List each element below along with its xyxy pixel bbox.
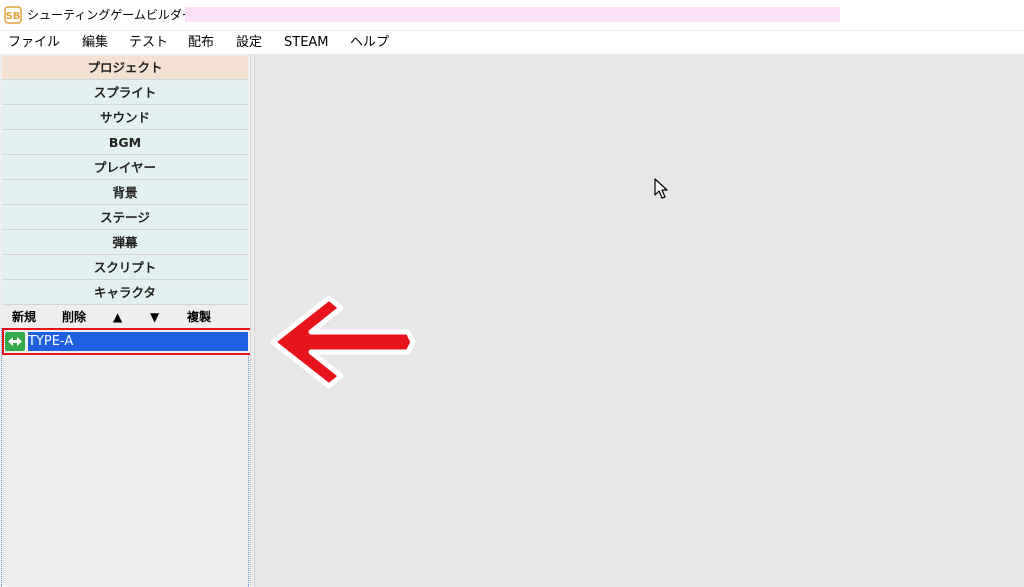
player-list[interactable] xyxy=(1,328,249,587)
delete-button[interactable]: 削除 xyxy=(62,309,86,325)
nav-player[interactable]: プレイヤー xyxy=(2,156,248,180)
mouse-cursor-icon xyxy=(654,178,668,199)
list-item-label: TYPE-A xyxy=(28,334,74,349)
new-button[interactable]: 新規 xyxy=(12,309,36,325)
nav-character[interactable]: キャラクタ xyxy=(2,281,248,305)
app-logo-icon: SB xyxy=(4,6,22,24)
nav-bgm[interactable]: BGM xyxy=(2,131,248,155)
nav-sound[interactable]: サウンド xyxy=(2,106,248,130)
menu-distribute[interactable]: 配布 xyxy=(188,35,214,51)
menu-steam[interactable]: STEAM xyxy=(284,35,329,51)
window-title: シューティングゲームビルダー xyxy=(27,8,194,22)
menu-settings[interactable]: 設定 xyxy=(236,35,262,51)
nav-sprite[interactable]: スプライト xyxy=(2,81,248,105)
duplicate-button[interactable]: 複製 xyxy=(187,309,211,325)
red-left-arrow-icon xyxy=(270,295,416,389)
menu-edit[interactable]: 編集 xyxy=(82,35,108,51)
nav-barrage[interactable]: 弾幕 xyxy=(2,231,248,255)
menu-help[interactable]: ヘルプ xyxy=(350,35,389,51)
menu-test[interactable]: テスト xyxy=(129,35,168,51)
menu-bar: ファイル 編集 テスト 配布 設定 STEAM ヘルプ xyxy=(0,30,1024,55)
nav-background[interactable]: 背景 xyxy=(2,181,248,205)
svg-text:SB: SB xyxy=(6,11,21,22)
player-ship-icon xyxy=(5,332,25,351)
title-redaction xyxy=(185,7,840,22)
nav-script[interactable]: スクリプト xyxy=(2,256,248,280)
menu-file[interactable]: ファイル xyxy=(8,35,60,51)
nav-project[interactable]: プロジェクト xyxy=(2,56,248,80)
move-down-button[interactable]: ▼ xyxy=(150,309,159,325)
title-bar: SB シューティングゲームビルダー xyxy=(0,0,1024,30)
nav-stage[interactable]: ステージ xyxy=(2,206,248,230)
move-up-button[interactable]: ▲ xyxy=(113,309,122,325)
